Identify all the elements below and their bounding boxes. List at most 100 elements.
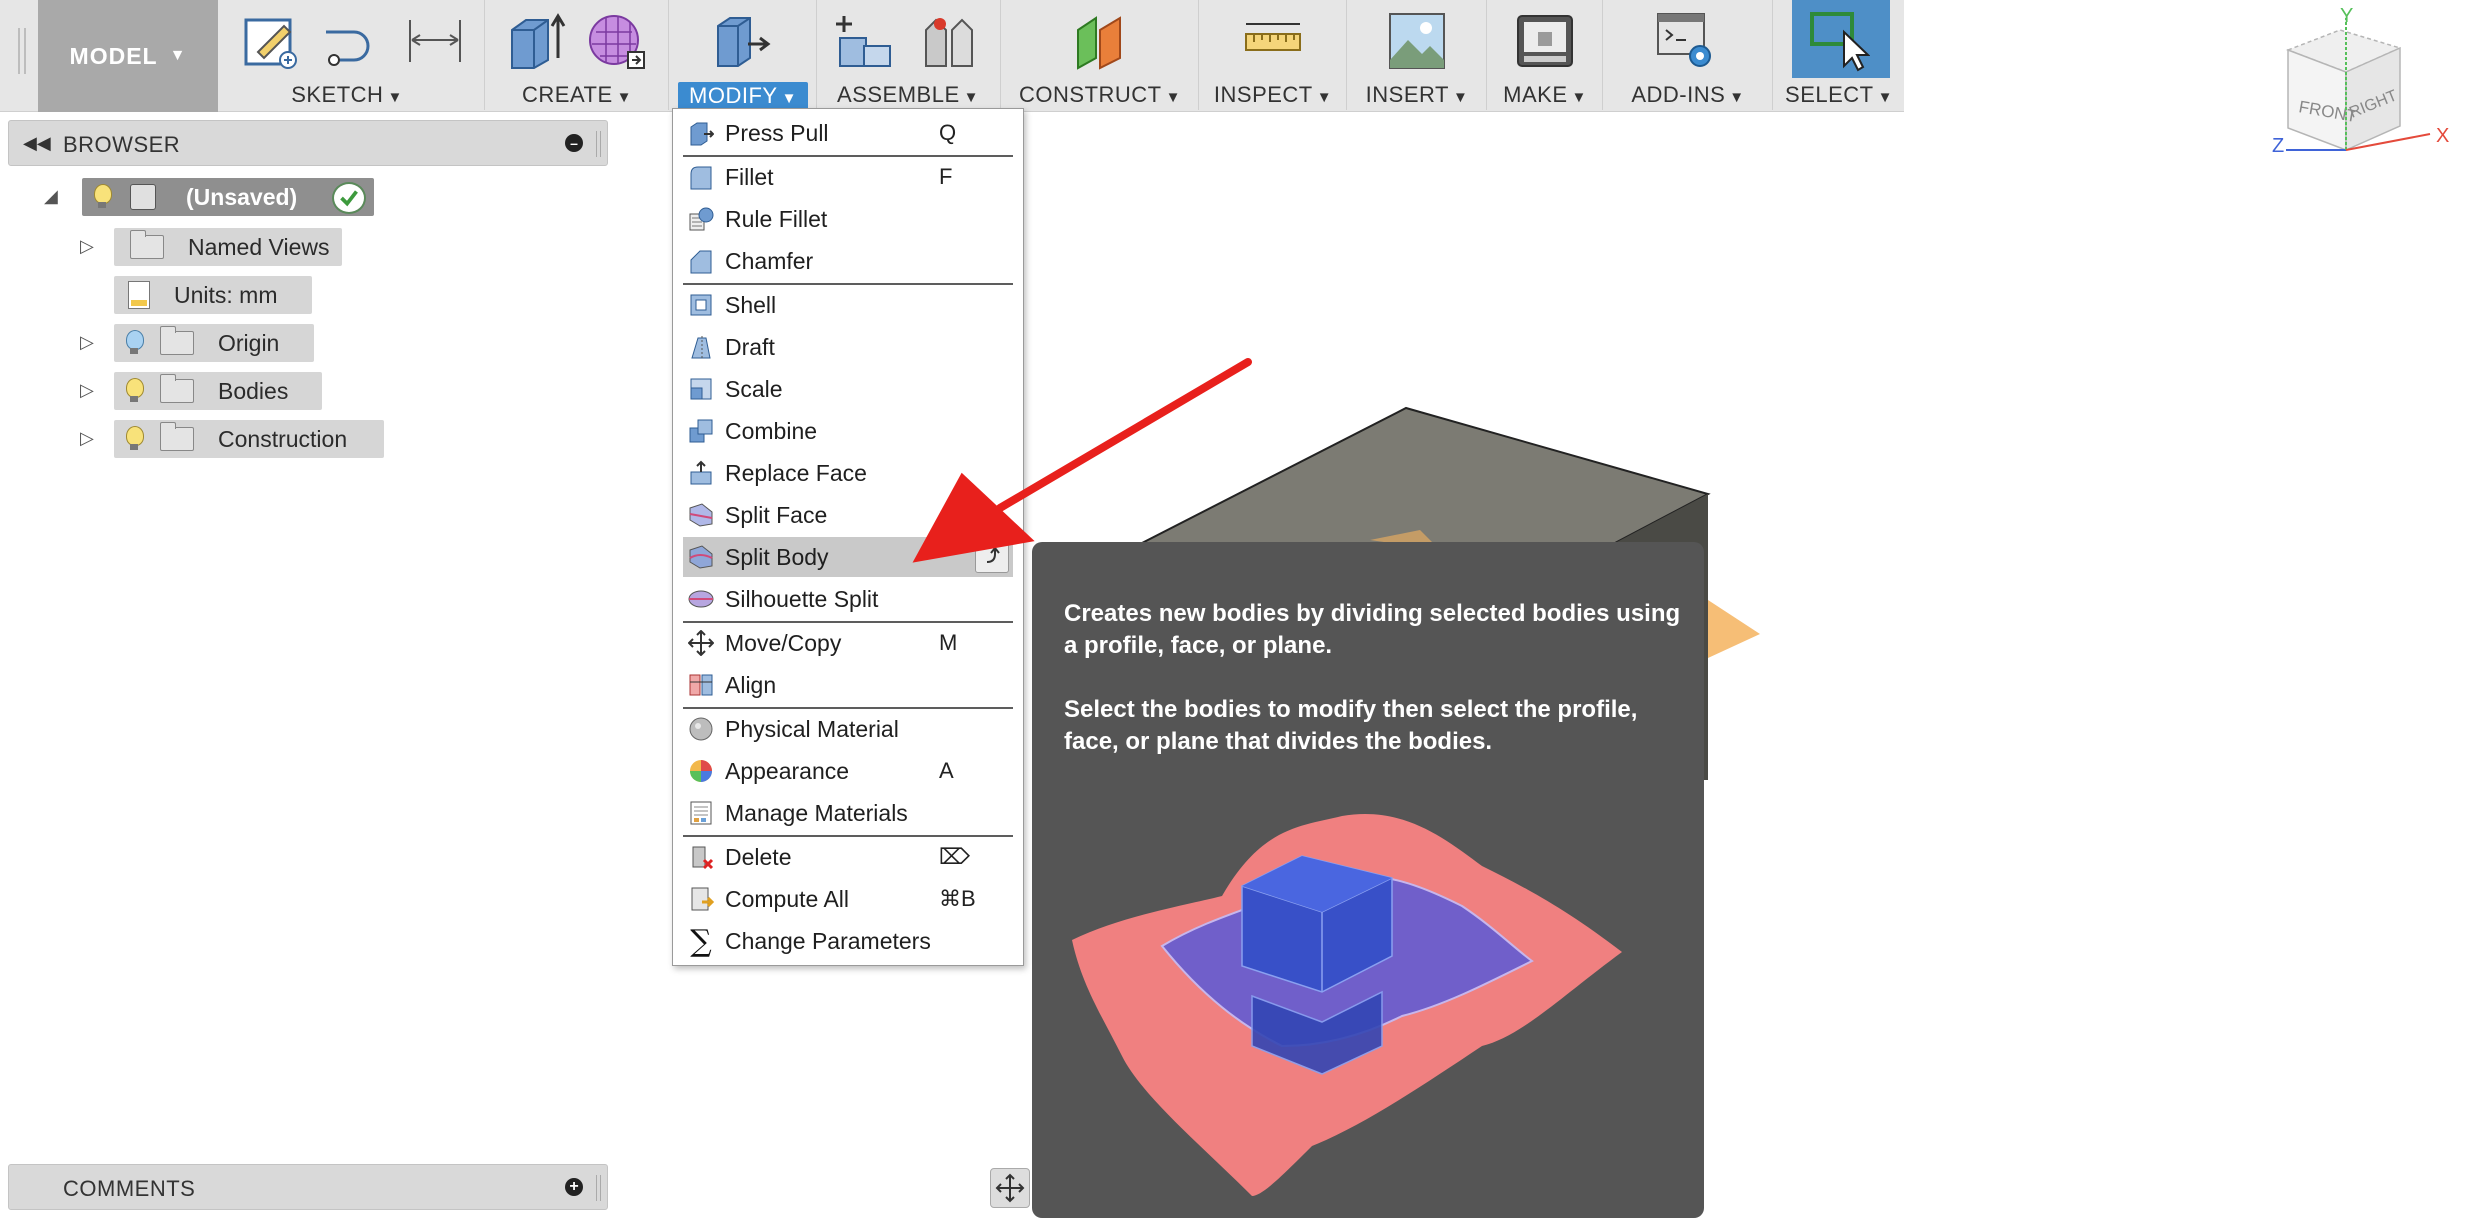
collapse-arrow-icon[interactable]: ◢ (44, 186, 58, 207)
workspace-label: MODEL (69, 42, 158, 69)
shell-icon (687, 291, 715, 319)
expand-arrow-icon[interactable]: ▷ (80, 332, 94, 353)
visibility-bulb-icon[interactable] (124, 378, 144, 404)
assemble-menu-label[interactable]: ASSEMBLE ▼ (818, 82, 998, 108)
assemble-group[interactable]: ASSEMBLE ▼ (818, 0, 998, 112)
inspect-menu-label[interactable]: INSPECT ▼ (1200, 82, 1346, 108)
collapse-panel-icon[interactable]: ◀◀ (23, 133, 51, 154)
press-pull-icon[interactable] (710, 10, 772, 72)
joint-icon[interactable] (918, 10, 980, 72)
split-body-tooltip: Creates new bodies by dividing selected … (1032, 542, 1704, 1218)
sketch-menu-label[interactable]: SKETCH ▼ (220, 82, 474, 108)
add-ins-group[interactable]: ADD-INS ▼ (1604, 0, 1772, 112)
3d-print-icon[interactable] (1514, 10, 1576, 72)
folder-icon (160, 326, 194, 355)
manage-materials-icon (687, 799, 715, 827)
create-group[interactable]: CREATE ▼ (486, 0, 668, 112)
panel-grip[interactable] (596, 1175, 601, 1201)
visibility-bulb-icon[interactable] (92, 184, 112, 210)
comments-panel-header[interactable]: COMMENTS + (8, 1164, 608, 1210)
panel-grip[interactable] (596, 131, 601, 157)
expand-arrow-icon[interactable]: ▷ (80, 428, 94, 449)
menu-item-silhouette-split[interactable]: Silhouette Split (683, 579, 1013, 619)
toolbar-divider (1602, 0, 1603, 110)
split-plane-preview (1708, 600, 1760, 658)
draft-icon (687, 333, 715, 361)
navigation-bar-handle[interactable] (990, 1168, 1030, 1208)
make-menu-label[interactable]: MAKE ▼ (1488, 82, 1602, 108)
select-cursor-icon[interactable] (1808, 10, 1870, 72)
menu-item-rule-fillet[interactable]: Rule Fillet (683, 199, 1013, 239)
visibility-bulb-icon[interactable] (124, 330, 144, 356)
arc-line-icon[interactable] (320, 10, 382, 72)
modify-menu-label[interactable]: MODIFY ▼ (678, 82, 808, 110)
modify-group[interactable]: MODIFY ▼ (670, 0, 816, 112)
expand-arrow-icon[interactable]: ▷ (80, 380, 94, 401)
create-sketch-icon[interactable] (240, 10, 302, 72)
sigma-icon: ∑ (690, 923, 712, 959)
offset-plane-icon[interactable] (1070, 10, 1132, 72)
menu-item-fillet[interactable]: Fillet F (683, 157, 1013, 197)
menu-item-move-copy[interactable]: Move/Copy M (683, 623, 1013, 663)
active-check-icon[interactable] (332, 182, 366, 214)
delete-icon (687, 843, 715, 871)
tree-item-origin[interactable]: Origin (114, 324, 314, 362)
select-group[interactable]: SELECT ▼ (1774, 0, 1904, 112)
menu-item-press-pull[interactable]: Press Pull Q (683, 113, 1013, 153)
select-menu-label[interactable]: SELECT ▼ (1774, 82, 1904, 108)
insert-group[interactable]: INSERT ▼ (1348, 0, 1486, 112)
tree-item-label: Named Views (188, 233, 330, 260)
shortcut-label: M (939, 630, 958, 655)
add-ins-menu-label[interactable]: ADD-INS ▼ (1604, 82, 1772, 108)
rule-fillet-icon (687, 205, 715, 233)
measure-icon[interactable] (1242, 10, 1304, 72)
tree-item-bodies[interactable]: Bodies (114, 372, 322, 410)
make-group[interactable]: MAKE ▼ (1488, 0, 1602, 112)
expand-arrow-icon[interactable]: ▷ (80, 236, 94, 257)
chamfer-icon (687, 247, 715, 275)
create-menu-label[interactable]: CREATE ▼ (486, 82, 668, 108)
menu-item-shell[interactable]: Shell (683, 285, 1013, 325)
menu-item-change-parameters[interactable]: ∑ Change Parameters (683, 921, 1013, 961)
tree-item-construction[interactable]: Construction (114, 420, 384, 458)
menu-item-chamfer[interactable]: Chamfer (683, 241, 1013, 281)
menu-item-delete[interactable]: Delete ⌦ (683, 837, 1013, 877)
menu-item-appearance[interactable]: Appearance A (683, 751, 1013, 791)
tree-root-row[interactable]: (Unsaved) (82, 178, 374, 216)
toolbar-divider (668, 0, 669, 110)
menu-item-physical-material[interactable]: Physical Material (683, 709, 1013, 749)
split-face-icon (687, 501, 715, 529)
folder-icon (160, 374, 194, 403)
browser-panel-header[interactable]: ◀◀ BROWSER – (8, 120, 608, 166)
new-component-icon[interactable] (834, 10, 896, 72)
construct-menu-label[interactable]: CONSTRUCT ▼ (1002, 82, 1198, 108)
tree-item-units[interactable]: Units: mm (114, 276, 312, 314)
compute-all-icon (687, 885, 715, 913)
dimension-icon[interactable] (404, 10, 466, 72)
shortcut-label: F (939, 164, 953, 189)
expand-panel-button[interactable]: + (565, 1178, 583, 1196)
insert-image-icon[interactable] (1386, 10, 1448, 72)
scripts-icon[interactable] (1654, 10, 1716, 72)
toolbar-grip[interactable] (18, 28, 26, 74)
visibility-bulb-icon[interactable] (124, 426, 144, 452)
extrude-icon[interactable] (504, 10, 566, 72)
move-icon (687, 629, 715, 657)
menu-item-manage-materials[interactable]: Manage Materials (683, 793, 1013, 833)
folder-icon (160, 422, 194, 451)
view-cube[interactable]: FRONT RIGHT Y X Z (2260, 0, 2466, 170)
appearance-icon (687, 757, 715, 785)
form-icon[interactable] (586, 10, 648, 72)
insert-menu-label[interactable]: INSERT ▼ (1348, 82, 1486, 108)
tooltip-description: Creates new bodies by dividing selected … (1064, 600, 1681, 659)
menu-item-align[interactable]: Align (683, 665, 1013, 705)
minimize-panel-button[interactable]: – (565, 134, 583, 152)
construct-group[interactable]: CONSTRUCT ▼ (1002, 0, 1198, 112)
workspace-switcher-button[interactable]: MODEL ▼ (38, 0, 218, 112)
shortcut-label: ⌘B (939, 886, 976, 911)
toolbar-divider (1486, 0, 1487, 110)
inspect-group[interactable]: INSPECT ▼ (1200, 0, 1346, 112)
sketch-group[interactable]: SKETCH ▼ (220, 0, 474, 112)
tree-item-named-views[interactable]: Named Views (114, 228, 342, 266)
menu-item-compute-all[interactable]: Compute All ⌘B (683, 879, 1013, 919)
